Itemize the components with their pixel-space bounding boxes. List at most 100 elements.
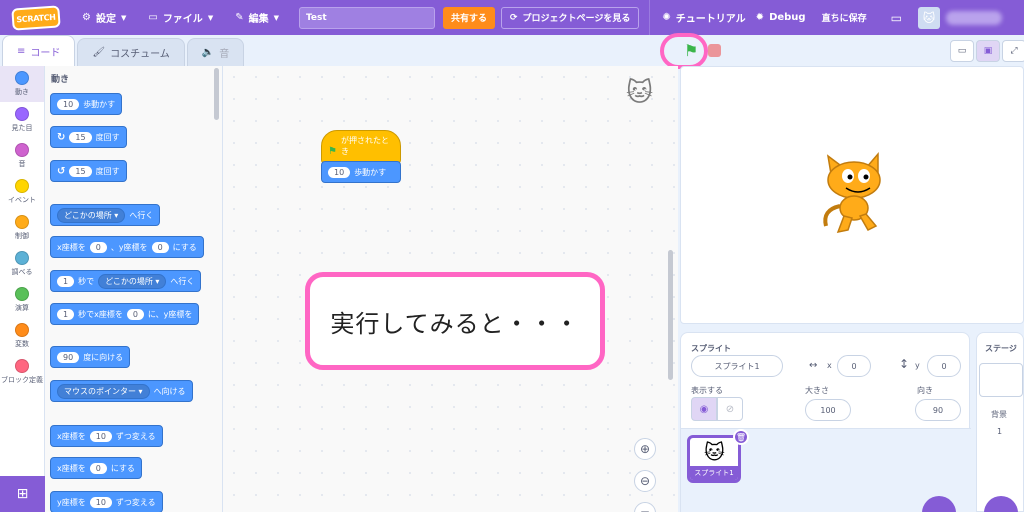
project-page-label: プロジェクトページを見る bbox=[522, 14, 631, 24]
eye-hidden-icon[interactable]: ⊘ bbox=[717, 397, 743, 421]
direction-input[interactable]: 90 bbox=[915, 399, 961, 421]
secs-input[interactable]: 1 bbox=[57, 275, 75, 287]
stop-icon[interactable] bbox=[708, 44, 721, 57]
x-label: x bbox=[827, 361, 832, 370]
size-label: 大きさ bbox=[805, 386, 829, 395]
palette-scrollbar[interactable] bbox=[214, 68, 219, 120]
sprite-watermark-icon: 🐱 bbox=[626, 78, 654, 108]
category-item[interactable]: ブロック定義 bbox=[0, 354, 44, 390]
project-page-button[interactable]: ⟳ プロジェクトページを見る bbox=[501, 6, 640, 29]
block-label: ずつ変える bbox=[115, 431, 156, 441]
when-flag-clicked-block[interactable]: ⚑ が押されたとき bbox=[321, 130, 401, 164]
block-change-x[interactable]: x座標を 10 ずつ変える bbox=[50, 425, 163, 447]
steps-input[interactable]: 10 bbox=[328, 166, 351, 178]
category-item[interactable]: 見た目 bbox=[0, 102, 44, 138]
stage-thumbnail[interactable] bbox=[979, 363, 1023, 397]
cat-sprite[interactable] bbox=[818, 150, 888, 240]
category-label: 動き bbox=[15, 88, 29, 96]
glide-dropdown[interactable]: どこかの場所 ▾ bbox=[98, 273, 167, 289]
debug-button[interactable]: ✹ Debug bbox=[756, 12, 806, 23]
folder-icon[interactable]: ▭ bbox=[891, 11, 902, 25]
block-label: x座標を bbox=[57, 242, 86, 252]
category-item[interactable]: イベント bbox=[0, 174, 44, 210]
block-label: にする bbox=[172, 242, 197, 252]
settings-menu[interactable]: ⚙ 設定 ▼ bbox=[82, 10, 126, 25]
username-blurred[interactable] bbox=[945, 10, 1002, 25]
block-goto-xy[interactable]: x座標を 0 、y座標を 0 にする bbox=[50, 236, 204, 258]
edit-menu[interactable]: ✎ 編集 ▼ bbox=[235, 10, 279, 25]
direction-label: 向き bbox=[917, 386, 933, 395]
tab-sounds[interactable]: 🔈 音 bbox=[186, 38, 245, 66]
y-position-input[interactable]: 0 bbox=[927, 355, 961, 377]
category-label: 演算 bbox=[15, 304, 29, 312]
direction-input[interactable]: 90 bbox=[57, 351, 80, 363]
category-item[interactable]: 調べる bbox=[0, 246, 44, 282]
zoom-out-button[interactable]: ⊖ bbox=[634, 470, 656, 492]
fullscreen-button[interactable]: ⤢ bbox=[1002, 40, 1024, 62]
y-input[interactable]: 0 bbox=[151, 241, 169, 253]
block-glide-to[interactable]: 1 秒で どこかの場所 ▾ へ行く bbox=[50, 270, 202, 292]
steps-input[interactable]: 10 bbox=[57, 98, 80, 110]
category-item[interactable]: 動き bbox=[0, 66, 44, 102]
degrees-input[interactable]: 15 bbox=[69, 131, 92, 143]
eye-icon[interactable]: ◉ bbox=[691, 397, 717, 421]
x-input[interactable]: 0 bbox=[89, 241, 107, 253]
script-workspace[interactable]: 🐱 ⚑ が押されたとき 10 歩動かす 実行してみると・・・ ⊕ ⊖ = bbox=[223, 66, 678, 512]
sprite-thumbnail[interactable]: 🐱 スプライト1 bbox=[687, 435, 741, 483]
normal-stage-button[interactable]: ▣ bbox=[976, 40, 1000, 62]
block-point-direction[interactable]: 90 度に向ける bbox=[50, 346, 131, 368]
avatar[interactable]: 🐱 bbox=[917, 6, 940, 29]
small-stage-button[interactable]: ▭ bbox=[950, 40, 974, 62]
tab-code[interactable]: ≡ コード bbox=[2, 35, 76, 66]
secs-input[interactable]: 1 bbox=[57, 308, 75, 320]
block-change-y[interactable]: y座標を 10 ずつ変える bbox=[50, 491, 163, 512]
block-point-towards[interactable]: マウスのポインター ▾ へ向ける bbox=[50, 380, 193, 402]
scratch-logo[interactable]: SCRATCH bbox=[11, 4, 61, 31]
x-position-input[interactable]: 0 bbox=[837, 355, 871, 377]
dy-input[interactable]: 10 bbox=[89, 496, 112, 508]
green-flag-icon[interactable]: ⚑ bbox=[684, 41, 698, 60]
block-palette: 動き 10 歩動かす ↻ 15 度回す ↺ 15 度回す どこかの場所 ▾ へ行… bbox=[45, 66, 223, 512]
zoom-reset-button[interactable]: = bbox=[634, 502, 656, 512]
block-move-steps[interactable]: 10 歩動かす bbox=[50, 93, 123, 115]
tutorials-label: チュートリアル bbox=[675, 14, 746, 25]
x-input[interactable]: 0 bbox=[89, 462, 107, 474]
palette-category-title: 動き bbox=[51, 75, 70, 85]
share-button[interactable]: 共有する bbox=[442, 6, 495, 29]
block-goto[interactable]: どこかの場所 ▾ へ行く bbox=[50, 204, 161, 226]
block-label: 度回す bbox=[95, 166, 120, 176]
block-turn-right[interactable]: ↻ 15 度回す bbox=[50, 126, 127, 148]
category-label: 見た目 bbox=[11, 124, 33, 132]
chevron-down-icon: ▼ bbox=[120, 13, 127, 22]
category-item[interactable]: 音 bbox=[0, 138, 44, 174]
goto-dropdown[interactable]: どこかの場所 ▾ bbox=[57, 207, 126, 223]
add-extension-button[interactable]: ⊞ bbox=[0, 476, 45, 512]
category-label: 変数 bbox=[15, 340, 29, 348]
size-input[interactable]: 100 bbox=[805, 399, 851, 421]
category-item[interactable]: 演算 bbox=[0, 282, 44, 318]
block-set-x[interactable]: x座標を 0 にする bbox=[50, 457, 142, 479]
category-color-dot bbox=[15, 71, 29, 85]
towards-dropdown[interactable]: マウスのポインター ▾ bbox=[57, 383, 150, 399]
visibility-toggle: ◉ ⊘ bbox=[691, 397, 743, 421]
block-label: 秒でx座標を bbox=[78, 309, 123, 319]
workspace-scrollbar[interactable] bbox=[668, 250, 673, 380]
stage-selector-panel[interactable]: ステージ 背景 1 bbox=[976, 332, 1024, 512]
tutorials-button[interactable]: ✺ チュートリアル bbox=[662, 10, 745, 25]
dx-input[interactable]: 10 bbox=[89, 430, 112, 442]
tab-costumes[interactable]: 🖌 コスチューム bbox=[77, 38, 185, 66]
file-menu[interactable]: ▭ ファイル ▼ bbox=[148, 10, 213, 25]
degrees-input[interactable]: 15 bbox=[69, 165, 92, 177]
x-input[interactable]: 0 bbox=[126, 308, 144, 320]
save-now-link[interactable]: 直ちに保存 bbox=[822, 11, 867, 24]
rotate-left-icon: ↺ bbox=[57, 165, 66, 177]
script-move-block[interactable]: 10 歩動かす bbox=[321, 161, 401, 183]
zoom-in-button[interactable]: ⊕ bbox=[634, 438, 656, 460]
category-item[interactable]: 制御 bbox=[0, 210, 44, 246]
block-turn-left[interactable]: ↺ 15 度回す bbox=[50, 160, 127, 182]
block-glide-xy[interactable]: 1 秒でx座標を 0 に、y座標を bbox=[50, 303, 200, 325]
project-title-input[interactable] bbox=[298, 6, 435, 29]
trash-icon[interactable]: 🗑 bbox=[733, 429, 749, 445]
sprite-name-input[interactable]: スプライト1 bbox=[691, 355, 783, 377]
category-item[interactable]: 変数 bbox=[0, 318, 44, 354]
